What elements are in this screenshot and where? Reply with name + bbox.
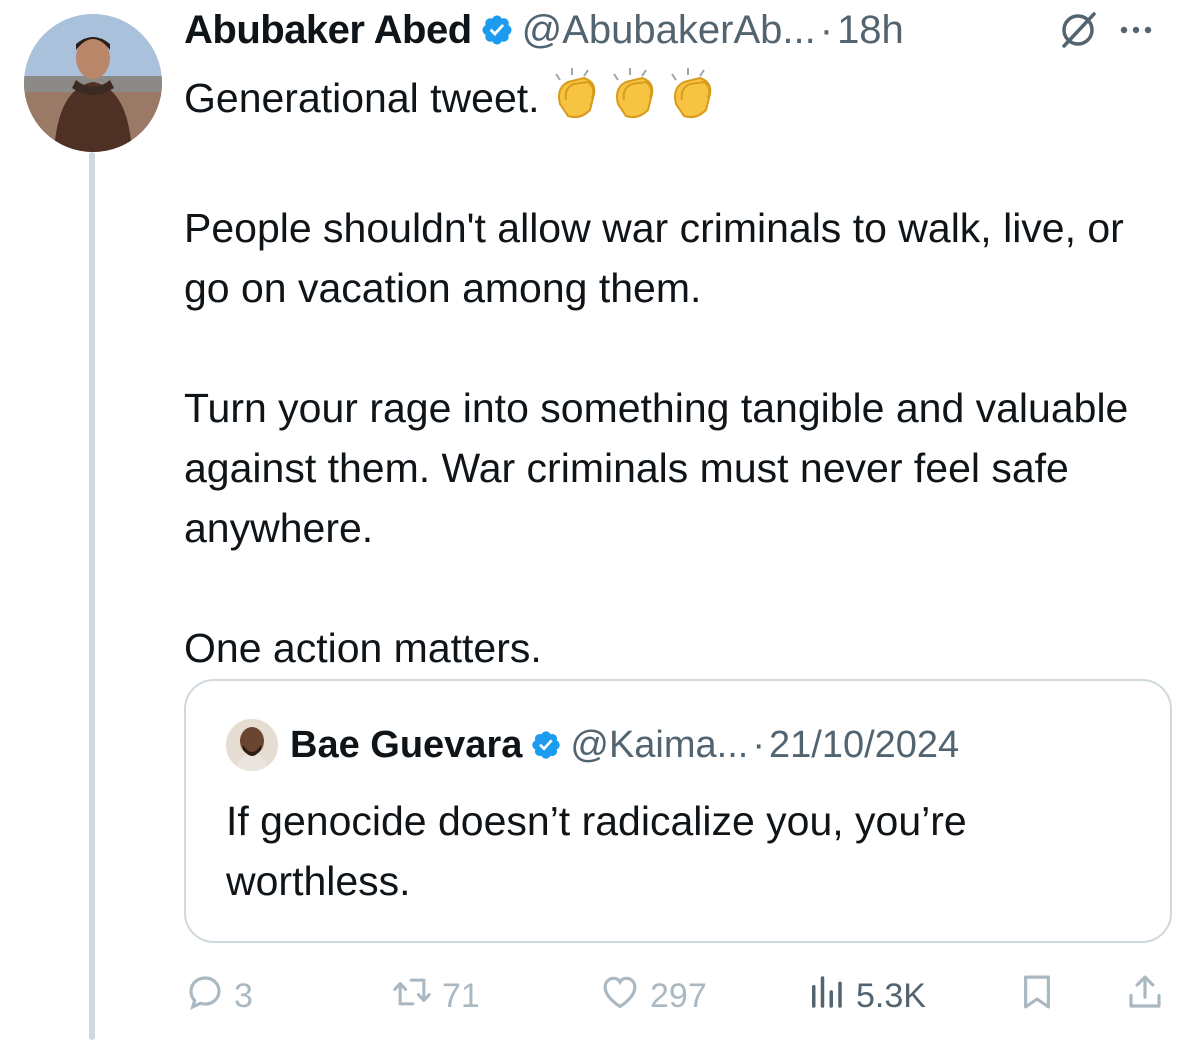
repost-button[interactable]: 71 <box>390 966 480 1026</box>
more-icon[interactable] <box>1116 8 1156 57</box>
tweet-header: Abubaker Abed @AbubakerAb... · 18h <box>184 2 1184 58</box>
quoted-author-avatar[interactable] <box>226 719 278 771</box>
tweet-paragraph-4: One action matters. <box>184 625 542 671</box>
quoted-avatar-photo <box>226 719 278 771</box>
repost-icon <box>390 971 434 1022</box>
tweet-line-1: Generational tweet. <box>184 64 1144 138</box>
header-separator: · <box>819 7 834 52</box>
like-icon <box>598 971 642 1022</box>
reply-button[interactable]: 3 <box>184 966 253 1026</box>
like-count: 297 <box>650 976 707 1015</box>
bookmark-icon <box>1016 970 1058 1023</box>
tweet-timestamp[interactable]: 18h <box>837 8 904 53</box>
like-button[interactable]: 297 <box>598 966 707 1026</box>
bookmark-button[interactable] <box>1016 966 1058 1026</box>
grok-icon[interactable] <box>1056 8 1100 57</box>
author-handle[interactable]: @AbubakerAb... <box>522 8 816 53</box>
author-display-name[interactable]: Abubaker Abed <box>184 8 472 53</box>
thread-connector-line <box>89 152 95 1040</box>
views-icon <box>804 971 848 1022</box>
share-button[interactable] <box>1124 966 1166 1026</box>
quoted-tweet-date[interactable]: 21/10/2024 <box>769 724 959 767</box>
reply-icon <box>184 971 226 1022</box>
share-icon <box>1124 970 1166 1023</box>
quoted-header-separator: · <box>752 723 765 766</box>
avatar-photo <box>24 14 162 152</box>
tweet-line-1-text: Generational tweet. <box>184 74 540 121</box>
quoted-tweet-card[interactable]: Bae Guevara @Kaima... · 21/10/2024 If ge… <box>184 679 1172 943</box>
tweet-body: Generational tweet. People shouldn't all… <box>184 64 1144 678</box>
views-count: 5.3K <box>856 976 926 1015</box>
tweet-paragraph-2: People shouldn't allow war criminals to … <box>184 205 1124 311</box>
quoted-author-handle[interactable]: @Kaima... <box>570 724 748 767</box>
verified-badge-icon <box>530 729 562 761</box>
verified-badge-icon <box>480 13 514 47</box>
quoted-tweet-header: Bae Guevara @Kaima... · 21/10/2024 <box>290 715 959 775</box>
quoted-author-display-name[interactable]: Bae Guevara <box>290 724 522 767</box>
author-avatar[interactable] <box>24 14 162 152</box>
repost-count: 71 <box>442 976 480 1015</box>
clap-emoji-icon <box>550 64 720 138</box>
tweet-action-bar: 3 71 297 5.3K <box>184 966 1174 1026</box>
tweet-paragraph-3: Turn your rage into something tangible a… <box>184 385 1129 551</box>
views-button[interactable]: 5.3K <box>804 966 926 1026</box>
quoted-tweet-text: If genocide doesn’t radicalize you, you’… <box>226 798 967 904</box>
reply-count: 3 <box>234 976 253 1015</box>
